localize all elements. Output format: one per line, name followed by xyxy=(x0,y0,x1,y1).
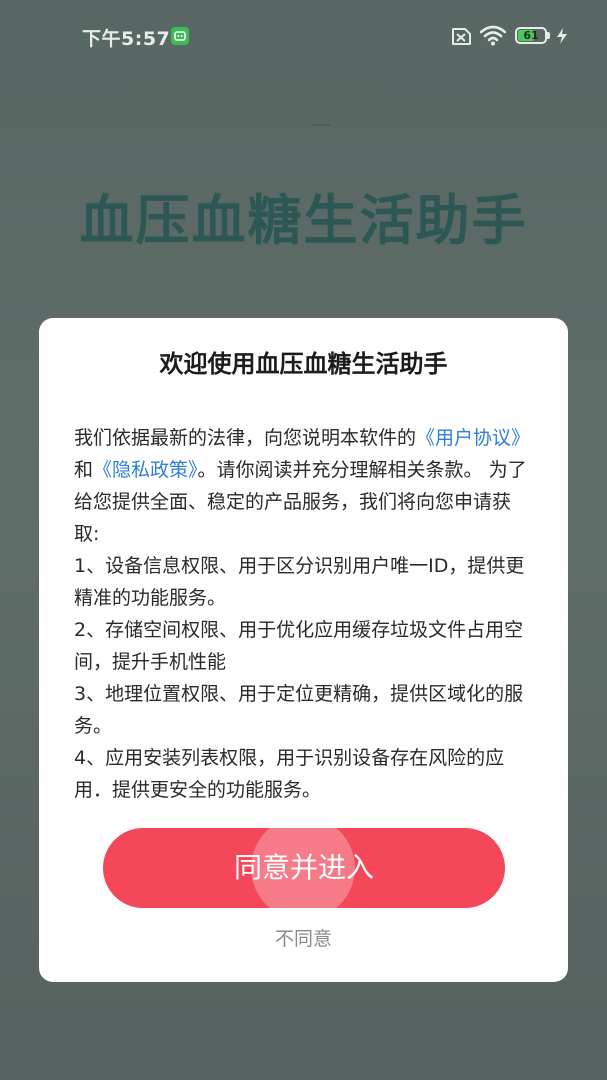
notification-app-icon xyxy=(171,27,189,45)
dialog-title: 欢迎使用血压血糖生活助手 xyxy=(159,350,448,378)
dialog-body: 我们依据最新的法律，向您说明本软件的《用户协议》和《隐私政策》。请你阅读并充分理… xyxy=(74,422,536,806)
permission-item: 2、存储空间权限、用于优化应用缓存垃圾文件占用空间，提升手机性能 xyxy=(74,619,524,673)
battery-icon: 61 xyxy=(515,27,551,45)
privacy-policy-link[interactable]: 《隐私政策》 xyxy=(93,459,198,481)
permission-item: 3、地理位置权限、用于定位更精确，提供区域化的服务。 xyxy=(74,683,524,737)
battery-tip xyxy=(547,32,550,39)
permission-item: 1、设备信息权限、用于区分识别用户唯一ID，提供更精准的功能服务。 xyxy=(74,555,525,609)
intro-paragraph: 我们依据最新的法律，向您说明本软件的《用户协议》和《隐私政策》。请你阅读并充分理… xyxy=(74,422,536,550)
charging-icon xyxy=(556,27,568,45)
disagree-button[interactable]: 不同意 xyxy=(39,924,568,951)
agree-button-label: 同意并进入 xyxy=(233,851,374,884)
battery-level: 61 xyxy=(523,29,539,42)
intro-text: 我们依据最新的法律，向您说明本软件的 xyxy=(74,427,417,449)
status-bar: 下午5:57 61 xyxy=(0,0,607,72)
divider xyxy=(312,124,330,126)
no-sim-icon xyxy=(449,27,473,46)
user-agreement-link[interactable]: 《用户协议》 xyxy=(416,427,530,449)
privacy-dialog: 欢迎使用血压血糖生活助手 我们依据最新的法律，向您说明本软件的《用户协议》和《隐… xyxy=(39,318,568,982)
agree-button[interactable]: 同意并进入 xyxy=(103,828,505,908)
permission-item: 4、应用安装列表权限，用于识别设备存在风险的应用．提供更安全的功能服务。 xyxy=(74,747,505,801)
conjunction-text: 和 xyxy=(74,459,94,481)
app-title: 血压血糖生活助手 xyxy=(79,189,528,252)
wifi-icon xyxy=(479,25,507,46)
status-time: 下午5:57 xyxy=(82,28,171,50)
